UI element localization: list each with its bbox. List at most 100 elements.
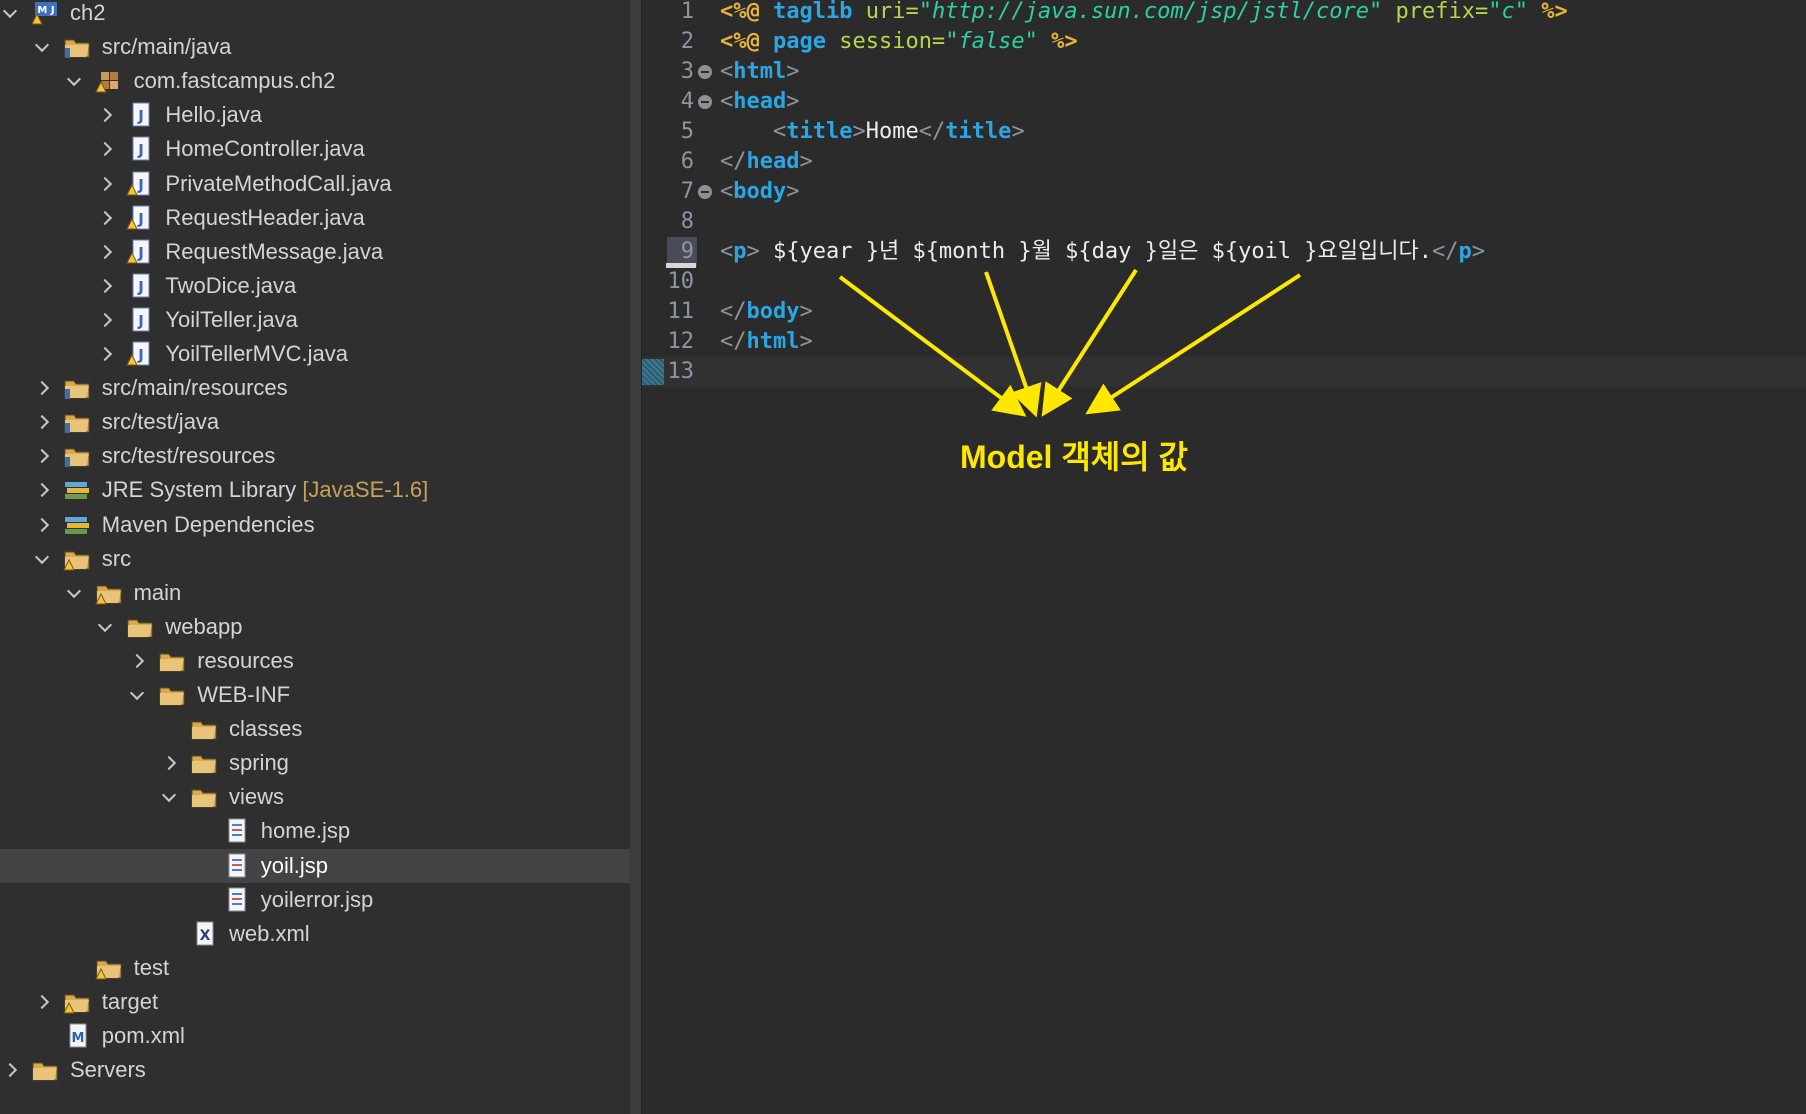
tree-item[interactable]: resources xyxy=(0,644,630,678)
code-line[interactable]: 9 <p> ${year }년 ${month }월 ${day }일은 ${yo… xyxy=(642,237,1806,268)
fold-collapse-icon[interactable] xyxy=(698,95,712,109)
code-token: < xyxy=(772,119,787,144)
code-line[interactable]: 1 <%@ taglib uri="http://java.sun.com/jsp… xyxy=(642,0,1806,27)
tree-item[interactable]: WEB-INF xyxy=(0,678,630,712)
tree-item[interactable]: J PrivateMethodCall.java xyxy=(0,167,630,201)
tree-item[interactable]: Mpom.xml xyxy=(0,1019,630,1053)
chevron-right-icon[interactable] xyxy=(161,756,177,771)
code-line[interactable]: 12 </html> xyxy=(642,327,1806,357)
chevron-down-icon[interactable] xyxy=(34,549,49,564)
tree-item-label: HomeController.java xyxy=(165,136,364,162)
line-number: 3 xyxy=(680,59,694,84)
fold-collapse-icon[interactable] xyxy=(698,65,712,79)
svg-text:X: X xyxy=(200,928,211,944)
chevron-right-icon[interactable] xyxy=(98,176,113,191)
tree-item[interactable]: J RequestHeader.java xyxy=(0,201,630,235)
chevron-right-icon[interactable] xyxy=(34,449,49,464)
code-line[interactable]: 6 </head> xyxy=(642,147,1806,177)
code-line[interactable]: 8 xyxy=(642,207,1806,237)
tree-item-label: resources xyxy=(197,648,294,674)
chevron-right-icon[interactable] xyxy=(98,108,113,123)
code-line[interactable]: 4 <head> xyxy=(642,87,1806,117)
chevron-right-icon[interactable] xyxy=(34,483,49,498)
code-line[interactable]: 13 xyxy=(642,357,1806,387)
line-number: 1 xyxy=(680,0,694,24)
tree-item[interactable]: home.jsp xyxy=(0,814,630,848)
chevron-down-icon[interactable] xyxy=(34,38,49,53)
chevron-down-icon[interactable] xyxy=(130,685,145,701)
tree-item[interactable]: J RequestMessage.java xyxy=(0,235,630,269)
tree-item-text: yoil.jsp xyxy=(260,852,329,878)
chevron-right-icon[interactable] xyxy=(98,210,113,225)
tree-item[interactable]: M J ch2 xyxy=(0,0,630,30)
code-editor[interactable]: 1 <%@ taglib uri="http://java.sun.com/jsp… xyxy=(642,0,1806,1114)
tree-item[interactable]: JRE System Library [JavaSE-1.6] xyxy=(0,473,630,507)
tree-item[interactable]: J YoilTellerMVC.java xyxy=(0,337,630,371)
library-icon xyxy=(63,512,91,538)
tree-item-label: home.jsp xyxy=(261,818,350,844)
pane-splitter[interactable] xyxy=(630,0,641,1114)
tree-item[interactable]: src/main/resources xyxy=(0,371,630,405)
tree-item[interactable]: J YoilTeller.java xyxy=(0,303,630,337)
code-token: head xyxy=(746,149,800,174)
tree-item[interactable]: classes xyxy=(0,712,630,746)
chevron-down-icon[interactable] xyxy=(66,583,81,598)
tree-item[interactable]: J TwoDice.java xyxy=(0,269,630,303)
chevron-right-icon[interactable] xyxy=(34,415,49,430)
code-line[interactable]: 5 <title>Home</title> xyxy=(642,117,1806,147)
tree-item-label: Hello.java xyxy=(165,102,262,128)
code-token: session= xyxy=(839,29,946,54)
tree-item[interactable]: yoilerror.jsp xyxy=(0,883,630,917)
chevron-right-icon[interactable] xyxy=(98,312,113,327)
code-token: </ xyxy=(720,329,747,354)
chevron-down-icon[interactable] xyxy=(98,617,113,632)
chevron-right-icon[interactable] xyxy=(98,278,113,293)
chevron-down-icon[interactable] xyxy=(2,3,18,19)
tree-item[interactable]: Xweb.xml xyxy=(0,917,630,951)
tree-item[interactable]: main xyxy=(0,576,630,610)
tree-item[interactable]: views xyxy=(0,780,630,814)
tree-item[interactable]: Servers xyxy=(0,1053,630,1087)
folder-icon xyxy=(158,682,186,708)
code-line[interactable]: 11 </body> xyxy=(642,297,1806,327)
chevron-down-icon[interactable] xyxy=(66,72,81,87)
source-folder-icon xyxy=(63,34,91,60)
code-line[interactable]: 10 xyxy=(642,263,1806,297)
fold-collapse-icon[interactable] xyxy=(698,185,712,199)
svg-text:M J: M J xyxy=(37,5,54,16)
tree-item[interactable]: src/test/java xyxy=(0,405,630,439)
tree-item-label: classes xyxy=(229,716,302,742)
tree-item-text: test xyxy=(133,954,170,980)
chevron-right-icon[interactable] xyxy=(34,381,49,396)
tree-item[interactable]: test xyxy=(0,951,630,985)
tree-item[interactable]: src xyxy=(0,542,630,576)
tree-item-text: pom.xml xyxy=(101,1023,185,1048)
chevron-right-icon[interactable] xyxy=(98,244,113,259)
chevron-down-icon[interactable] xyxy=(161,788,177,803)
tree-item-label: JRE System Library [JavaSE-1.6] xyxy=(102,477,428,503)
tree-item[interactable]: com.fastcampus.ch2 xyxy=(0,64,630,98)
tree-item[interactable]: yoil.jsp xyxy=(0,848,630,883)
chevron-right-icon[interactable] xyxy=(98,346,113,362)
tree-item[interactable]: J Hello.java xyxy=(0,98,630,132)
code-line[interactable]: 7 <body> xyxy=(642,177,1806,207)
chevron-right-icon[interactable] xyxy=(98,142,113,157)
code-token: " xyxy=(1488,0,1502,24)
code-token: > xyxy=(799,329,813,354)
chevron-right-icon[interactable] xyxy=(130,653,145,668)
tree-item[interactable]: spring xyxy=(0,746,630,780)
code-line[interactable]: 3 <html> xyxy=(642,57,1806,87)
chevron-right-icon[interactable] xyxy=(2,1063,18,1078)
tree-item[interactable]: Maven Dependencies xyxy=(0,508,630,542)
code-token: html xyxy=(733,59,787,84)
tree-item[interactable]: target xyxy=(0,985,630,1019)
tree-item-label: RequestMessage.java xyxy=(165,239,383,265)
folder-warning-icon xyxy=(94,955,123,981)
chevron-right-icon[interactable] xyxy=(34,517,49,532)
tree-item[interactable]: src/main/java xyxy=(0,30,630,64)
tree-item[interactable]: src/test/resources xyxy=(0,439,630,473)
chevron-right-icon[interactable] xyxy=(34,994,49,1009)
code-line[interactable]: 2 <%@ page session="false" %> xyxy=(642,27,1806,57)
tree-item[interactable]: J HomeController.java xyxy=(0,132,630,166)
tree-item[interactable]: webapp xyxy=(0,610,630,644)
